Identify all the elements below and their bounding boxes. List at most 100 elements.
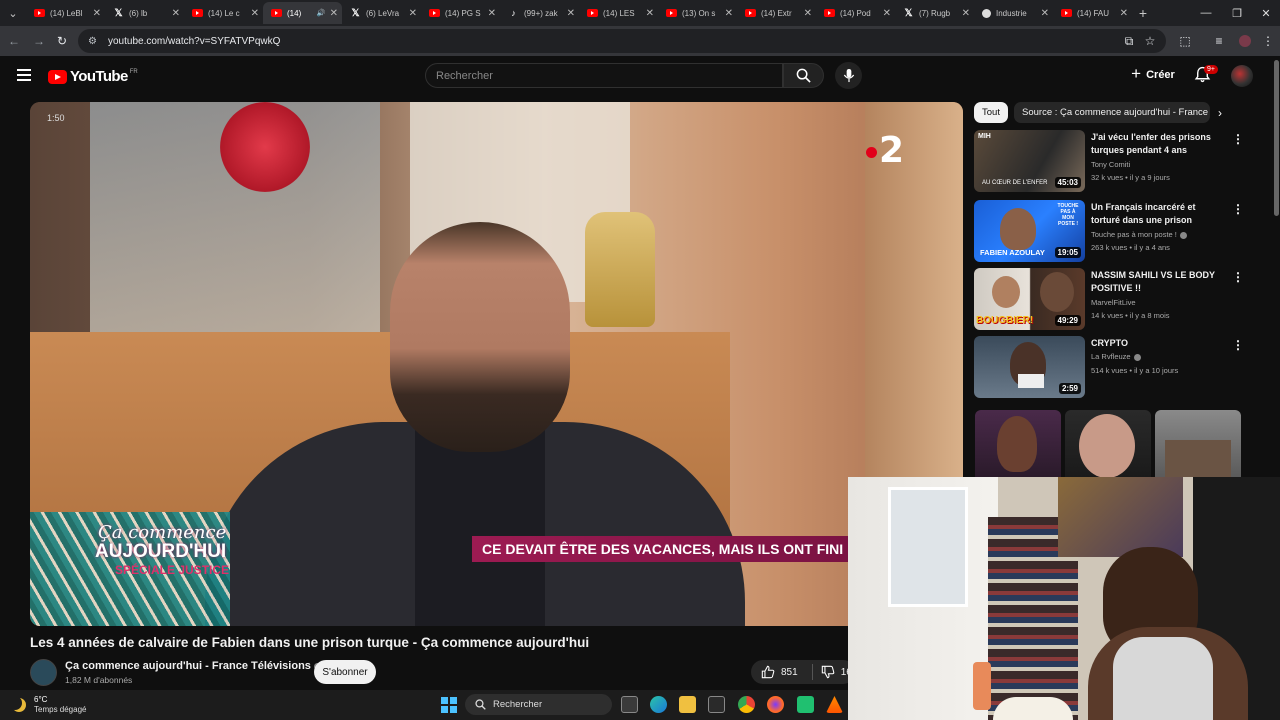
close-tab-icon[interactable]: ✕ [172, 8, 180, 19]
taskbar-search[interactable]: Rechercher [465, 694, 612, 715]
close-tab-icon[interactable]: ✕ [1041, 8, 1049, 19]
recommendation-channel[interactable]: La Rvfleuze [1091, 352, 1141, 361]
browser-menu-icon[interactable]: ⋮ [1260, 33, 1276, 49]
recommendation-thumbnail[interactable]: BOUGBIER! 49:29 [974, 268, 1085, 330]
forward-arrow-icon[interactable]: → [31, 33, 47, 49]
browser-tab[interactable]: (14) FAU ✕ [1053, 2, 1132, 24]
minimize-button[interactable]: — [1190, 0, 1222, 26]
browser-tab[interactable]: (14) LES ✕ [579, 2, 658, 24]
close-tab-icon[interactable]: ✕ [725, 8, 733, 19]
close-tab-icon[interactable]: ✕ [488, 8, 496, 19]
weather-temperature: 6°C [34, 695, 48, 704]
recommendation-item[interactable]: BOUGBIER! 49:29 NASSIM SAHILI VS LE BODY… [974, 268, 1244, 330]
create-button[interactable]: + Créer [1125, 63, 1181, 87]
recommendation-channel[interactable]: Tony Comiti [1091, 160, 1130, 169]
microsoft-store-icon[interactable] [708, 696, 725, 713]
back-arrow-icon[interactable]: ← [6, 33, 22, 49]
app-icon[interactable] [797, 696, 814, 713]
close-tab-icon[interactable]: ✕ [962, 8, 970, 19]
new-tab-button[interactable]: + [1132, 5, 1154, 21]
chip-all[interactable]: Tout [974, 102, 1008, 123]
chip-source[interactable]: Source : Ça commence aujourd'hui - Franc… [1014, 102, 1210, 123]
channel-name[interactable]: Ça commence aujourd'hui - France Télévis… [65, 660, 321, 672]
recommendation-title[interactable]: Un Français incarcéré et torturé dans un… [1091, 201, 1219, 227]
browser-tab[interactable]: Industrie ✕ [974, 2, 1053, 24]
url-text: youtube.com/watch?v=SYFATVPqwkQ [108, 35, 281, 47]
like-button[interactable]: 851 [761, 665, 798, 679]
maximize-button[interactable]: ❐ [1221, 0, 1253, 26]
browser-tab[interactable]: (13) On s ✕ [658, 2, 737, 24]
subscribe-button[interactable]: S'abonner [314, 660, 376, 684]
browser-tab[interactable]: (14) Pod ✕ [816, 2, 895, 24]
person-head [390, 222, 570, 452]
browser-tab[interactable]: 𝕏 (7) Rugb ✕ [895, 2, 974, 24]
voice-search-button[interactable] [835, 62, 862, 89]
more-options-icon[interactable]: ⋮ [1232, 202, 1244, 216]
recommendation-thumbnail[interactable]: MIH AU CŒUR DE L'ENFER 45:03 [974, 130, 1085, 192]
show-logo-line2: AUJOURD'HUI [95, 541, 227, 562]
channel-avatar[interactable] [30, 659, 57, 686]
close-tab-icon[interactable]: ✕ [93, 8, 101, 19]
extensions-icon[interactable]: ⬚ [1177, 33, 1193, 49]
recommendation-item[interactable]: TOUCHE PAS À MON POSTE ! FABIEN AZOULAY … [974, 200, 1244, 262]
browser-tab[interactable]: (14) 🔊 ✕ [263, 2, 342, 24]
close-tab-icon[interactable]: ✕ [646, 8, 654, 19]
account-avatar[interactable] [1231, 65, 1253, 87]
close-tab-icon[interactable]: ✕ [330, 8, 338, 19]
video-player[interactable]: 1:50 2 Ça commence AUJOURD'HUI SPÉCIALE … [30, 102, 963, 626]
recommendation-channel[interactable]: Touche pas à mon poste ! [1091, 230, 1187, 239]
hamburger-menu-icon[interactable] [17, 69, 31, 81]
install-app-icon[interactable]: ⧉ [1121, 33, 1137, 49]
recommendation-title[interactable]: J'ai vécu l'enfer des prisons turques pe… [1091, 131, 1219, 156]
firefox-browser-icon[interactable] [767, 696, 784, 713]
site-info-icon[interactable]: ⚙ [88, 36, 100, 47]
close-tab-icon[interactable]: ✕ [409, 8, 417, 19]
recommendation-title[interactable]: CRYPTO [1091, 337, 1219, 350]
browser-tab[interactable]: (14) Le c ✕ [184, 2, 263, 24]
recommendation-item[interactable]: 2:59 CRYPTO La Rvfleuze 514 k vues • il … [974, 336, 1244, 398]
short-thumbnail[interactable] [1155, 410, 1241, 478]
more-options-icon[interactable]: ⋮ [1232, 338, 1244, 352]
page-scrollbar-thumb[interactable] [1274, 60, 1279, 216]
close-tab-icon[interactable]: ✕ [804, 8, 812, 19]
close-tab-icon[interactable]: ✕ [251, 8, 259, 19]
recommendation-channel[interactable]: MarvelFitLive [1091, 298, 1136, 307]
browser-tab[interactable]: (14) PG S ✕ [421, 2, 500, 24]
browser-tab[interactable]: 𝕏 (6) lb ✕ [105, 2, 184, 24]
weather-widget[interactable]: 6°C Temps dégagé [12, 695, 86, 715]
recommendation-thumbnail[interactable]: 2:59 [974, 336, 1085, 398]
media-control-icon[interactable]: ≡ [1211, 33, 1227, 49]
reload-icon[interactable]: ↻ [54, 33, 70, 49]
chevron-right-icon[interactable]: › [1218, 106, 1222, 120]
more-options-icon[interactable]: ⋮ [1232, 132, 1244, 146]
browser-tab[interactable]: 𝕏 (6) LeVra ✕ [342, 2, 421, 24]
browser-tab[interactable]: ♪ (99+) zak ✕ [500, 2, 579, 24]
task-view-icon[interactable] [621, 696, 638, 713]
chrome-browser-icon[interactable] [738, 696, 755, 713]
file-explorer-icon[interactable] [679, 696, 696, 713]
browser-tab[interactable]: (14) Extr ✕ [737, 2, 816, 24]
search-button[interactable] [783, 63, 824, 88]
browser-tab-label: (13) On s [682, 8, 716, 18]
speaker-icon[interactable]: 🔊 [317, 9, 326, 17]
recommendation-item[interactable]: MIH AU CŒUR DE L'ENFER 45:03 J'ai vécu l… [974, 130, 1244, 192]
close-window-button[interactable]: ✕ [1250, 0, 1280, 26]
profile-icon[interactable] [1237, 33, 1253, 49]
close-tab-icon[interactable]: ✕ [883, 8, 891, 19]
short-thumbnail[interactable] [975, 410, 1061, 478]
close-tab-icon[interactable]: ✕ [1120, 8, 1128, 19]
taskbar-search-icon [475, 699, 486, 710]
tab-search-chevron-icon[interactable]: ⌄ [0, 0, 26, 26]
bookmark-star-icon[interactable]: ☆ [1142, 33, 1158, 49]
short-thumbnail[interactable] [1065, 410, 1151, 478]
more-options-icon[interactable]: ⋮ [1232, 270, 1244, 284]
youtube-logo[interactable]: YouTube FR [48, 68, 138, 85]
address-bar[interactable]: ⚙ youtube.com/watch?v=SYFATVPqwkQ [78, 29, 1166, 53]
browser-tab[interactable]: (14) LeBl ✕ [26, 2, 105, 24]
windows-start-icon[interactable] [441, 697, 457, 713]
close-tab-icon[interactable]: ✕ [567, 8, 575, 19]
search-input[interactable]: Rechercher [425, 63, 783, 88]
recommendation-title[interactable]: NASSIM SAHILI VS LE BODY POSITIVE !! [1091, 269, 1219, 294]
recommendation-thumbnail[interactable]: TOUCHE PAS À MON POSTE ! FABIEN AZOULAY … [974, 200, 1085, 262]
edge-browser-icon[interactable] [650, 696, 667, 713]
